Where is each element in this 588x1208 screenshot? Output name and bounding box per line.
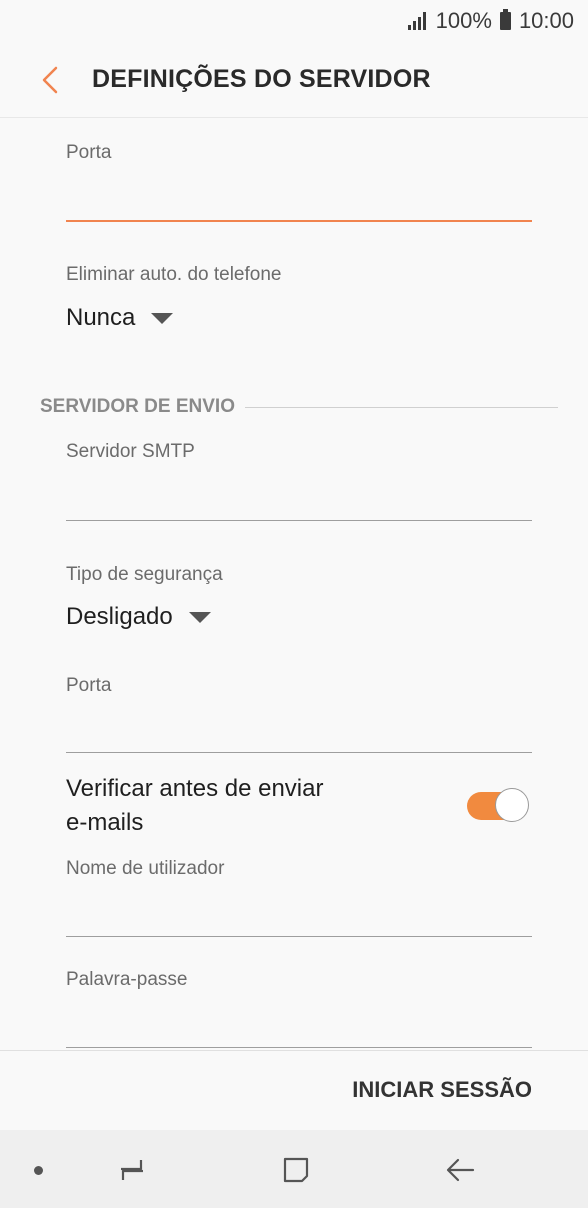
- back-button[interactable]: [22, 52, 78, 108]
- smtp-server-input[interactable]: [66, 478, 532, 518]
- section-header-outgoing: SERVIDOR DE ENVIO: [40, 396, 558, 418]
- username-underline: [66, 936, 532, 937]
- verify-label-line2: e-mails: [66, 809, 144, 836]
- home-button[interactable]: [274, 1152, 318, 1188]
- outgoing-port-input[interactable]: [66, 710, 532, 750]
- back-arrow-icon: [446, 1158, 475, 1182]
- battery-percent: 100%: [435, 8, 492, 33]
- battery-icon: [499, 9, 511, 30]
- outgoing-port-label: Porta: [66, 675, 112, 696]
- dropdown-arrow-icon: [188, 611, 211, 623]
- smtp-server-underline: [66, 520, 532, 521]
- incoming-port-underline: [66, 220, 532, 222]
- navigation-bar: [0, 1130, 588, 1208]
- app-bar: DEFINIÇÕES DO SERVIDOR: [0, 42, 588, 118]
- signal-icon: [407, 12, 426, 30]
- auto-delete-label: Eliminar auto. do telefone: [66, 264, 282, 285]
- section-title: SERVIDOR DE ENVIO: [40, 396, 235, 417]
- chevron-left-icon: [42, 66, 58, 93]
- section-divider: [244, 406, 558, 408]
- security-type-dropdown[interactable]: Desligado: [66, 603, 211, 631]
- home-icon: [283, 1157, 309, 1183]
- nav-dot-icon[interactable]: [34, 1166, 43, 1175]
- status-bar: 100% 10:00: [0, 0, 588, 42]
- recent-apps-button[interactable]: [110, 1152, 154, 1188]
- incoming-port-label: Porta: [66, 142, 112, 163]
- dropdown-arrow-icon: [151, 312, 174, 324]
- auto-delete-value: Nunca: [66, 304, 136, 331]
- username-label: Nome de utilizador: [66, 858, 225, 879]
- smtp-server-label: Servidor SMTP: [66, 441, 195, 462]
- verify-before-send-toggle[interactable]: [467, 788, 529, 824]
- outgoing-port-underline: [66, 752, 532, 753]
- password-input[interactable]: [66, 1004, 532, 1044]
- password-underline: [66, 1047, 532, 1048]
- security-type-label: Tipo de segurança: [66, 564, 223, 585]
- bottom-action-bar: INICIAR SESSÃO: [0, 1050, 588, 1130]
- toggle-knob: [495, 788, 529, 822]
- page-title: DEFINIÇÕES DO SERVIDOR: [92, 65, 431, 93]
- verify-before-send-label: Verificar antes de enviar e-mails: [66, 772, 396, 840]
- username-input[interactable]: [66, 894, 532, 934]
- clock: 10:00: [518, 8, 574, 33]
- password-label: Palavra-passe: [66, 969, 188, 990]
- recent-apps-icon: [121, 1160, 143, 1180]
- incoming-port-input[interactable]: [66, 178, 532, 218]
- back-nav-button[interactable]: [438, 1152, 482, 1188]
- settings-form: Porta Eliminar auto. do telefone Nunca S…: [0, 118, 588, 1050]
- security-type-value: Desligado: [66, 603, 173, 630]
- auto-delete-dropdown[interactable]: Nunca: [66, 304, 174, 332]
- verify-label-line1: Verificar antes de enviar: [66, 775, 324, 802]
- sign-in-button[interactable]: INICIAR SESSÃO: [352, 1077, 532, 1103]
